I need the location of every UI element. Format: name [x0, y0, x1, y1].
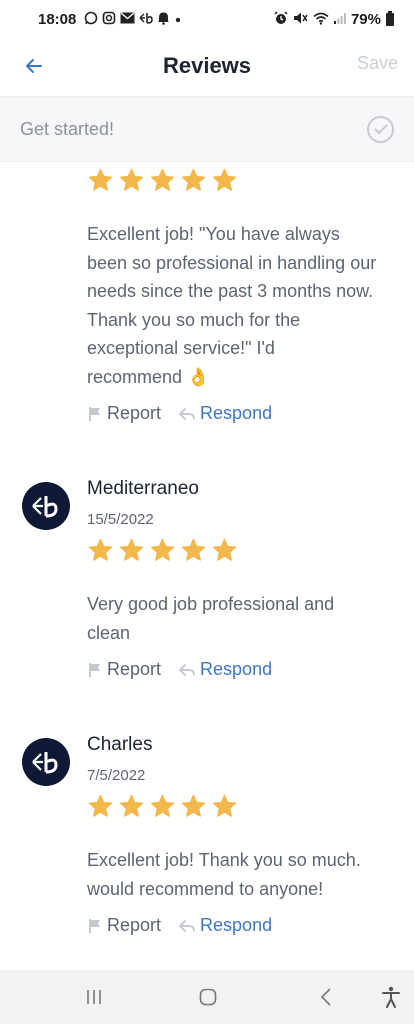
- alarm-icon: [274, 11, 288, 27]
- reply-icon: [179, 663, 195, 676]
- back-button[interactable]: [18, 50, 50, 82]
- reply-icon: [179, 919, 195, 932]
- star-rating: [88, 794, 237, 819]
- reviews-list[interactable]: Excellent job! "You have always been so …: [0, 163, 414, 969]
- star-icon: [212, 794, 237, 817]
- review-date: 15/5/2022: [87, 511, 154, 528]
- respond-button[interactable]: Respond: [179, 659, 272, 680]
- home-button[interactable]: [196, 982, 220, 1012]
- review-actions: Report Respond: [88, 659, 272, 680]
- star-icon: [181, 794, 206, 817]
- star-icon: [150, 538, 175, 561]
- mute-icon: [293, 11, 308, 27]
- report-label: Report: [107, 403, 162, 423]
- review-text-line: needs since the past 3 months now.: [87, 281, 374, 301]
- status-right: 79%: [274, 10, 394, 28]
- get-started-label: Get started!: [20, 118, 115, 139]
- review-text-line: been so professional in handling our: [87, 252, 377, 273]
- respond-label: Respond: [200, 403, 273, 423]
- battery-icon: [386, 10, 394, 26]
- page-title: Reviews: [162, 53, 252, 78]
- arrow-left-icon: [26, 59, 42, 73]
- flag-icon: [89, 662, 100, 677]
- review-text-line: Very good job professional and: [87, 594, 335, 614]
- star-rating: [88, 538, 237, 563]
- star-icon: [88, 168, 113, 191]
- instagram-icon: [102, 11, 116, 27]
- flag-icon: [89, 406, 100, 421]
- back-icon: [320, 988, 331, 1006]
- report-button[interactable]: Report: [88, 403, 161, 424]
- star-icon: [150, 794, 175, 817]
- star-icon: [212, 538, 237, 561]
- dot-icon: [174, 13, 182, 26]
- respond-label: Respond: [200, 659, 273, 679]
- review-text: Excellent job! "You have always been so …: [87, 220, 392, 391]
- report-label: Report: [107, 915, 162, 935]
- star-icon: [88, 794, 113, 817]
- battery-level: 79%: [350, 10, 381, 28]
- review-text-line: Thank you so much for the: [87, 309, 301, 330]
- star-icon: [119, 794, 144, 817]
- respond-button[interactable]: Respond: [179, 403, 272, 424]
- star-icon: [88, 538, 113, 561]
- review-text-line: Excellent job! Thank you so much.: [87, 850, 361, 870]
- accessibility-icon: [382, 986, 400, 1008]
- review-text-line: would recommend to anyone!: [87, 878, 324, 899]
- reviewer-logo-icon: [32, 752, 58, 774]
- report-button[interactable]: Report: [88, 659, 161, 680]
- home-icon: [199, 988, 217, 1006]
- system-nav-bar: [0, 970, 414, 1024]
- recent-apps-button[interactable]: [82, 982, 106, 1012]
- review-text-line: Excellent job! "You have always: [87, 224, 340, 244]
- app-header: Reviews Save: [0, 38, 414, 94]
- review-date: 7/5/2022: [87, 767, 146, 784]
- review-text-line: clean: [87, 622, 131, 643]
- wifi-icon: [313, 12, 329, 27]
- respond-button[interactable]: Respond: [179, 915, 272, 936]
- bell-icon: [157, 11, 170, 27]
- signal-icon: [333, 12, 346, 26]
- get-started-banner[interactable]: Get started!: [0, 96, 414, 162]
- review-item: Mediterraneo 15/5/2022 Very good job pro…: [0, 476, 414, 711]
- review-text: Excellent job! Thank you so much. would …: [87, 846, 392, 903]
- mail-icon: [120, 12, 135, 26]
- review-actions: Report Respond: [88, 403, 272, 424]
- star-rating: [88, 168, 237, 193]
- nav-back-button[interactable]: [314, 982, 338, 1012]
- star-icon: [212, 168, 237, 191]
- reviewer-logo-icon: [32, 496, 58, 518]
- review-item: Charles 7/5/2022 Excellent job! Thank yo…: [0, 732, 414, 967]
- flag-icon: [89, 918, 100, 933]
- review-text: Very good job professional and clean: [87, 590, 392, 647]
- recent-apps-icon: [87, 990, 101, 1004]
- reply-icon: [179, 407, 195, 420]
- reviewer-name: Charles: [87, 734, 153, 755]
- respond-label: Respond: [200, 915, 273, 935]
- star-icon: [181, 168, 206, 191]
- reviewer-name: Mediterraneo: [87, 478, 199, 499]
- star-icon: [119, 538, 144, 561]
- avatar: [22, 482, 70, 530]
- accessibility-button[interactable]: [378, 982, 404, 1012]
- star-icon: [181, 538, 206, 561]
- app-icon: [139, 12, 154, 26]
- report-label: Report: [107, 659, 162, 679]
- review-item: Excellent job! "You have always been so …: [0, 163, 414, 450]
- star-icon: [150, 168, 175, 191]
- star-icon: [119, 168, 144, 191]
- whatsapp-icon: [84, 11, 98, 27]
- report-button[interactable]: Report: [88, 915, 161, 936]
- check-circle-icon[interactable]: [367, 115, 394, 143]
- status-time: 18:08: [38, 10, 77, 28]
- save-button[interactable]: Save: [357, 53, 398, 74]
- review-text-line: recommend 👌: [87, 366, 210, 387]
- review-actions: Report Respond: [88, 915, 272, 936]
- status-bar: 18:08 79%: [0, 0, 414, 38]
- avatar: [22, 738, 70, 786]
- review-text-line: exceptional service!" I'd: [87, 338, 275, 358]
- status-left: 18:08: [38, 11, 182, 28]
